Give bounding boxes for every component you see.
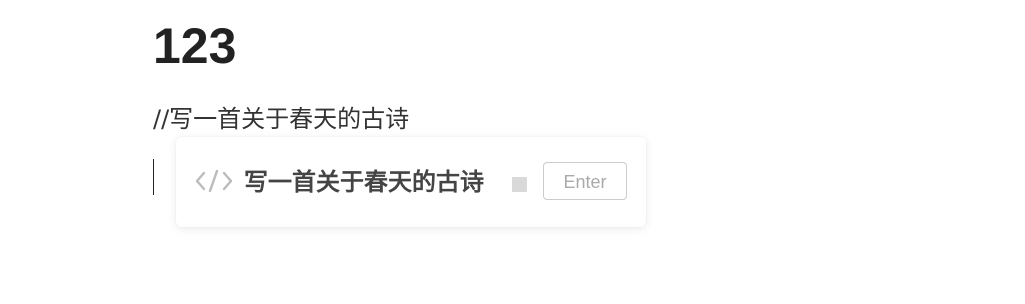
enter-button[interactable]: Enter: [543, 162, 627, 200]
suggestion-text: 写一首关于春天的古诗: [244, 168, 484, 196]
prompt-line[interactable]: //写一首关于春天的古诗: [153, 103, 409, 135]
editor-area[interactable]: 123 //写一首关于春天的古诗 写一首关于春天的古诗 Enter: [0, 0, 1025, 304]
ai-suggestion-popup: 写一首关于春天的古诗 Enter: [176, 137, 646, 227]
page-title: 123: [153, 18, 237, 74]
text-caret: [153, 159, 154, 195]
stop-square-icon[interactable]: [512, 177, 527, 192]
code-icon: [195, 168, 233, 194]
